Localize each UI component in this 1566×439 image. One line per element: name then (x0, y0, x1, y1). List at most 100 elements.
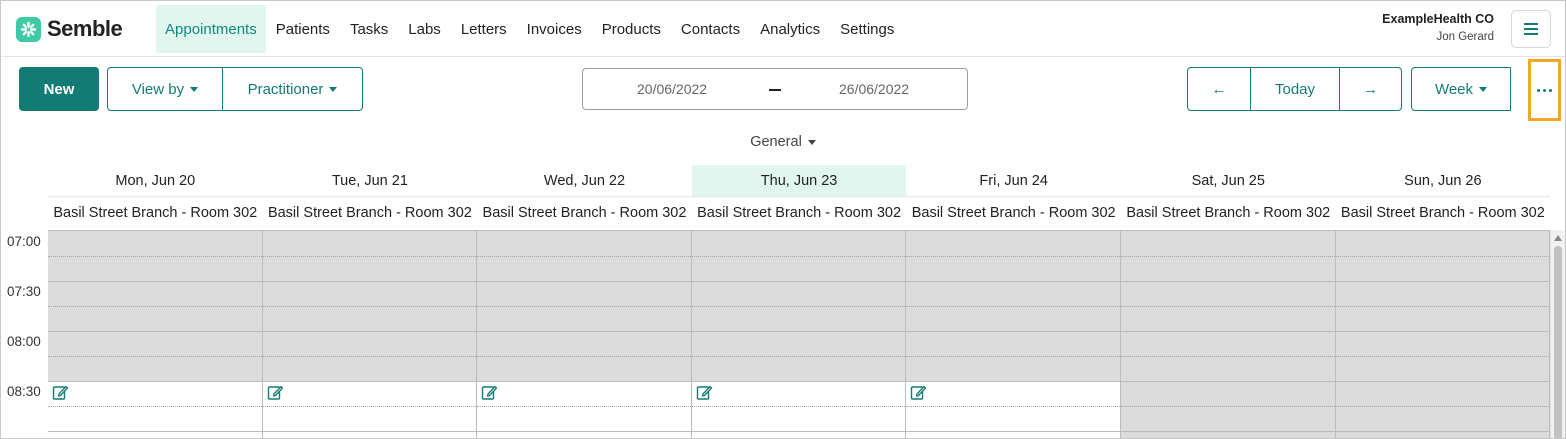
grid-line (691, 331, 906, 332)
view-by-label: View by (131, 80, 185, 98)
grid-line (1335, 356, 1550, 357)
grid-line (477, 281, 691, 282)
nav-item-letters[interactable]: Letters (451, 5, 517, 53)
main-nav: Appointments Patients Tasks Labs Letters Invo… (156, 5, 904, 53)
day-resource-label: Basil Street Branch - Room 302 (482, 205, 687, 221)
nav-item-labs[interactable]: Labs (398, 5, 451, 53)
nav-item-appointments[interactable]: Appointments (156, 5, 266, 53)
caret-down-icon (329, 86, 338, 92)
new-appointment-button[interactable]: New (19, 67, 99, 111)
grid-line (906, 356, 1120, 357)
grid-line (1335, 431, 1550, 432)
grid-line (48, 256, 262, 257)
day-name[interactable]: Sat, Jun 25 (1120, 165, 1336, 197)
user-name: Jon Gerard (1436, 31, 1494, 43)
day-name[interactable]: Mon, Jun 20 (48, 165, 263, 197)
date-to-field[interactable]: 26/06/2022 (839, 81, 909, 97)
grid-line (1121, 331, 1335, 332)
practitioner-dropdown[interactable]: Practitioner (222, 68, 362, 110)
grid-line (262, 381, 477, 382)
day-name[interactable]: Thu, Jun 23 (691, 165, 907, 197)
grid-line (48, 306, 262, 307)
grid-line (48, 406, 262, 407)
semble-logo[interactable]: Semble (16, 16, 123, 42)
grid-line (1335, 306, 1550, 307)
grid-line (906, 281, 1120, 282)
edit-icon[interactable] (910, 384, 927, 401)
day-resource-label: Basil Street Branch - Room 302 (1126, 205, 1331, 221)
next-week-button[interactable]: → (1339, 68, 1401, 110)
day-name[interactable]: Tue, Jun 21 (262, 165, 478, 197)
unavailable-slot (1335, 231, 1550, 438)
time-label: 07:00 (7, 234, 41, 249)
grid-line (477, 356, 691, 357)
caret-down-icon (190, 86, 199, 92)
edit-icon[interactable] (52, 384, 69, 401)
grid-line (477, 306, 691, 307)
grid-line (262, 306, 477, 307)
range-label: Week (1434, 80, 1474, 98)
edit-icon[interactable] (696, 384, 713, 401)
semble-logo-icon (16, 16, 41, 42)
day-name[interactable]: Fri, Jun 24 (906, 165, 1121, 197)
grid-line (262, 281, 477, 282)
grid-line (906, 381, 1120, 382)
calendar-scrollbar[interactable] (1550, 230, 1565, 438)
nav-item-tasks[interactable]: Tasks (340, 5, 398, 53)
edit-icon[interactable] (267, 384, 284, 401)
more-options-button[interactable] (1528, 59, 1561, 121)
grid-line (48, 431, 262, 432)
day-name[interactable]: Wed, Jun 22 (477, 165, 692, 197)
calendar-header: Mon, Jun 20 Basil Street Branch - Room 30… (48, 165, 1551, 230)
grid-line (262, 431, 477, 432)
view-filter-group: View by Practitioner (107, 67, 363, 111)
time-label: 08:30 (7, 384, 41, 399)
grid-line (477, 331, 691, 332)
date-from-field[interactable]: 20/06/2022 (637, 81, 707, 97)
day-column (262, 231, 478, 438)
grid-line (477, 256, 691, 257)
nav-item-patients[interactable]: Patients (266, 5, 340, 53)
today-button[interactable]: Today (1250, 68, 1339, 110)
day-column-header: Thu, Jun 23 Basil Street Branch - Room 30… (691, 165, 907, 230)
grid-line (1335, 281, 1550, 282)
previous-week-button[interactable]: ← (1188, 68, 1250, 110)
date-range-separator (769, 89, 781, 91)
edit-icon[interactable] (481, 384, 498, 401)
nav-item-settings[interactable]: Settings (830, 5, 904, 53)
day-column (906, 231, 1121, 438)
grid-line (1335, 256, 1550, 257)
resource-filter-dropdown[interactable]: General (1, 134, 1565, 150)
week-range-dropdown[interactable]: Week (1412, 68, 1510, 110)
grid-line (1121, 431, 1335, 432)
date-navigation-group: ← Today → (1187, 67, 1402, 111)
time-label: 07:30 (7, 284, 41, 299)
grid-line (48, 381, 262, 382)
grid-line (691, 381, 906, 382)
top-navigation: Semble Appointments Patients Tasks Labs Lett… (1, 1, 1565, 57)
grid-line (1121, 406, 1335, 407)
scroll-up-arrow-icon[interactable] (1554, 235, 1562, 241)
account-info[interactable]: ExampleHealth CO Jon Gerard (1382, 12, 1494, 43)
calendar-grid (48, 230, 1551, 438)
nav-item-analytics[interactable]: Analytics (750, 5, 830, 53)
scroll-thumb[interactable] (1554, 246, 1562, 438)
grid-line (906, 431, 1120, 432)
date-range-picker[interactable]: 20/06/2022 26/06/2022 (582, 68, 968, 110)
nav-item-contacts[interactable]: Contacts (671, 5, 750, 53)
grid-line (691, 356, 906, 357)
main-menu-button[interactable] (1511, 10, 1551, 48)
view-by-dropdown[interactable]: View by (108, 68, 222, 110)
grid-line (1121, 281, 1335, 282)
caret-down-icon (1479, 86, 1488, 92)
grid-line (262, 331, 477, 332)
day-resource-label: Basil Street Branch - Room 302 (911, 205, 1116, 221)
day-resource-label: Basil Street Branch - Room 302 (1340, 205, 1545, 221)
day-name[interactable]: Sun, Jun 26 (1335, 165, 1551, 197)
nav-item-invoices[interactable]: Invoices (517, 5, 592, 53)
nav-item-products[interactable]: Products (592, 5, 671, 53)
grid-line (1335, 381, 1550, 382)
app-window: Semble Appointments Patients Tasks Labs Lett… (0, 0, 1566, 439)
time-label: 08:00 (7, 334, 41, 349)
grid-line (477, 406, 691, 407)
